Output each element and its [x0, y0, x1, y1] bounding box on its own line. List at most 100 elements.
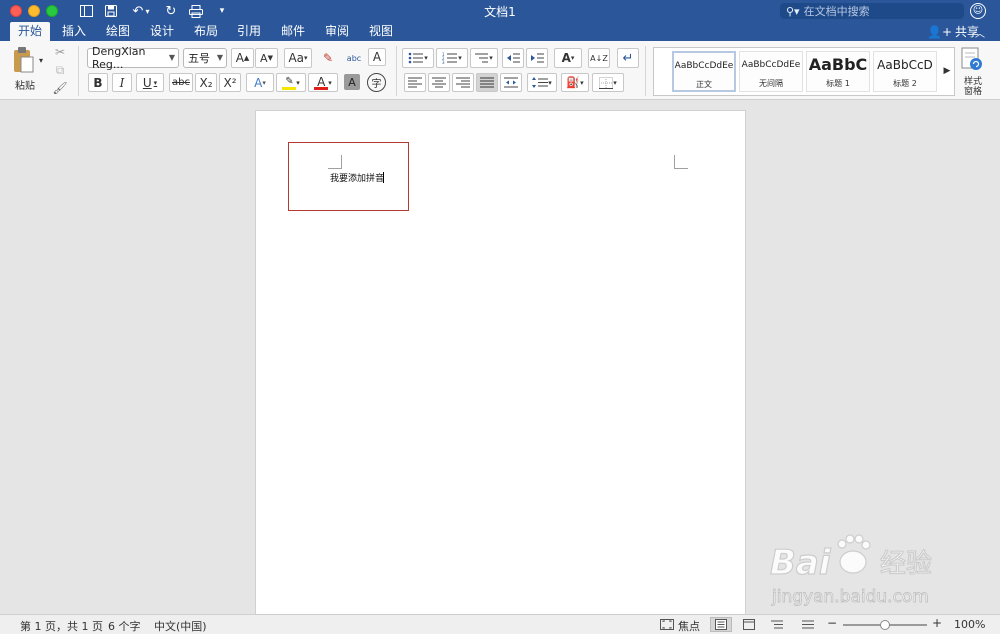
tab-insert[interactable]: 插入	[54, 22, 94, 41]
subscript-button[interactable]: X₂	[195, 73, 217, 92]
tab-design[interactable]: 设计	[142, 22, 182, 41]
share-button[interactable]: 👤+ 共享	[927, 23, 979, 40]
bullets-button[interactable]: ▾	[402, 48, 434, 68]
add-person-icon: 👤+	[927, 24, 952, 39]
align-center-button[interactable]	[428, 73, 450, 92]
numbered-list-icon: 123	[442, 52, 458, 64]
styles-pane-label[interactable]: 样式 窗格	[958, 76, 988, 98]
clear-formatting-icon[interactable]: ✎	[316, 48, 340, 68]
chevron-right-icon[interactable]: ▶	[941, 63, 953, 79]
focus-label[interactable]: 焦点	[678, 618, 700, 634]
maximize-window-button[interactable]	[46, 5, 58, 17]
tab-references[interactable]: 引用	[229, 22, 269, 41]
text-effects-button[interactable]: A ▾	[246, 73, 274, 92]
increase-indent-icon	[531, 53, 544, 63]
cut-icon[interactable]: ✂	[52, 44, 68, 60]
align-left-icon	[408, 77, 422, 88]
page-count[interactable]: 第 1 页，共 1 页	[20, 618, 103, 634]
customize-toolbar-icon[interactable]: ▾	[216, 2, 228, 20]
paragraph-text: 我要添加拼音	[330, 174, 385, 184]
shading-button[interactable]: ⛽ ▾	[561, 73, 589, 92]
align-left-button[interactable]	[404, 73, 426, 92]
document-page[interactable]: 我要添加拼音	[255, 110, 746, 620]
show-formatting-marks-icon[interactable]: ↵	[617, 48, 639, 68]
feedback-smiley-icon[interactable]: ☺	[970, 3, 986, 19]
underline-label: U	[142, 75, 152, 90]
change-case-button[interactable]: Aa ▾	[284, 48, 312, 68]
redo-icon[interactable]: ↻	[163, 2, 179, 20]
phonetic-guide-button[interactable]: abc	[343, 48, 365, 68]
save-icon[interactable]	[103, 2, 119, 20]
tab-mailings[interactable]: 邮件	[273, 22, 313, 41]
collapse-ribbon-icon[interactable]: ︿	[975, 25, 985, 40]
grow-font-button[interactable]: A ▲	[231, 48, 254, 68]
zoom-out-icon[interactable]: −	[827, 616, 837, 630]
zoom-level[interactable]: 100%	[954, 618, 985, 631]
paste-button[interactable]	[8, 45, 38, 75]
outline-view-icon[interactable]	[766, 617, 788, 632]
copy-icon[interactable]: ⧉	[52, 62, 68, 78]
style-sample: AaBbCcDdEe	[674, 61, 734, 71]
shrink-font-button[interactable]: A ▼	[255, 48, 278, 68]
underline-button[interactable]: U ▾	[136, 73, 164, 92]
align-right-button[interactable]	[452, 73, 474, 92]
decrease-indent-button[interactable]	[502, 48, 524, 68]
chevron-down-icon: ▾	[145, 6, 150, 16]
paste-label[interactable]: 粘贴	[8, 77, 42, 92]
style-heading-1[interactable]: AaBbC 标题 1	[806, 51, 870, 92]
bold-button[interactable]: B	[88, 73, 108, 92]
close-window-button[interactable]	[10, 5, 22, 17]
zoom-slider-thumb[interactable]	[880, 620, 890, 630]
multilevel-list-icon	[475, 53, 489, 63]
justify-button[interactable]	[476, 73, 498, 92]
style-no-spacing[interactable]: AaBbCcDdEe 无间隔	[739, 51, 803, 92]
character-shading-button[interactable]: A	[344, 74, 360, 90]
title-bar: ↶▾ ↻ ▾ 文档1 ⚲▾ ☺	[0, 0, 1000, 22]
language-indicator[interactable]: 中文(中国)	[154, 618, 207, 634]
text-cursor	[383, 172, 385, 183]
tab-draw[interactable]: 绘图	[98, 22, 138, 41]
increase-indent-button[interactable]	[526, 48, 548, 68]
undo-button[interactable]: ↶ ▾	[129, 2, 153, 20]
distributed-button[interactable]	[500, 73, 522, 92]
tab-home[interactable]: 开始	[10, 22, 51, 41]
style-normal[interactable]: AaBbCcDdEe 正文	[672, 51, 736, 92]
draft-view-icon[interactable]	[797, 617, 819, 632]
print-icon[interactable]	[188, 2, 204, 20]
sidebar-toggle-icon[interactable]	[78, 2, 94, 20]
tab-review[interactable]: 审阅	[317, 22, 357, 41]
print-layout-view-icon[interactable]	[710, 617, 732, 632]
minimize-window-button[interactable]	[28, 5, 40, 17]
superscript-button[interactable]: X²	[219, 73, 241, 92]
superscript-label: X²	[223, 75, 237, 90]
text-direction-icon: A	[561, 51, 571, 65]
styles-pane-button[interactable]	[960, 46, 984, 72]
borders-button[interactable]: ▾	[592, 73, 624, 92]
italic-button[interactable]: I	[112, 73, 132, 92]
focus-mode-icon[interactable]	[656, 617, 678, 632]
line-spacing-button[interactable]: ▾	[527, 73, 557, 92]
tab-view[interactable]: 视图	[361, 22, 401, 41]
paste-options-chevron-icon[interactable]: ▾	[37, 55, 45, 65]
text-direction-button[interactable]: A ▾	[554, 48, 582, 68]
word-count[interactable]: 6 个字	[108, 618, 141, 634]
strikethrough-button[interactable]: abc	[169, 73, 193, 92]
font-size-combo[interactable]: 五号 ▼	[183, 48, 227, 68]
zoom-in-icon[interactable]: +	[932, 616, 942, 630]
document-body-text[interactable]: 我要添加拼音	[330, 171, 385, 184]
web-layout-view-icon[interactable]	[738, 617, 760, 632]
tab-layout[interactable]: 布局	[186, 22, 226, 41]
enclose-characters-button[interactable]: 字	[367, 73, 386, 92]
highlighter-button[interactable]: ✎ ▾	[276, 73, 306, 92]
font-name-combo[interactable]: DengXian Reg... ▼	[87, 45, 179, 71]
character-border-button[interactable]: A	[368, 48, 386, 66]
format-painter-icon[interactable]: 🖌	[52, 80, 68, 96]
style-heading-2[interactable]: AaBbCcD 标题 2	[873, 51, 937, 92]
sort-button[interactable]: A↓Z	[588, 48, 610, 68]
font-color-button[interactable]: A ▾	[308, 73, 338, 92]
style-name: 无间隔	[759, 79, 783, 88]
numbering-button[interactable]: 1 2 3 ▾	[436, 48, 468, 68]
multilevel-list-button[interactable]: ▾	[470, 48, 498, 68]
document-search[interactable]: ⚲▾	[780, 3, 964, 19]
search-input[interactable]	[803, 4, 954, 18]
